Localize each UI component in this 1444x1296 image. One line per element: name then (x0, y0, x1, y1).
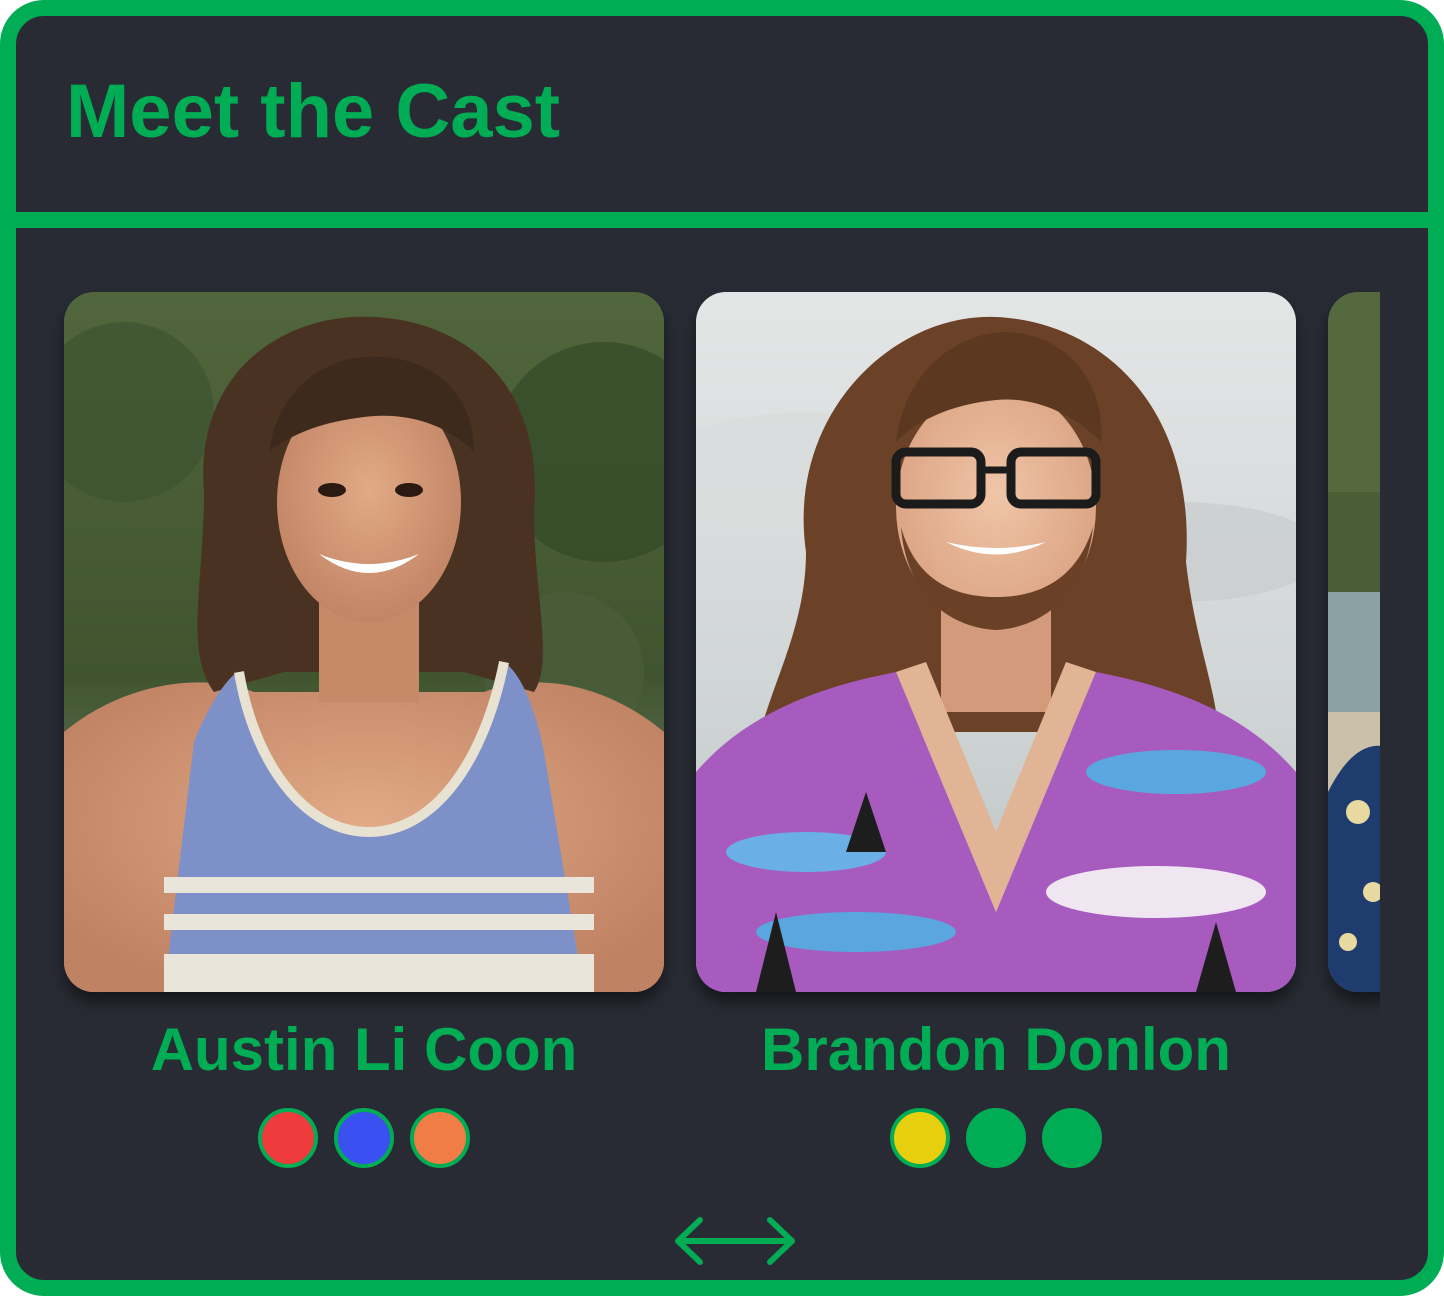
page-title: Meet the Cast (66, 69, 561, 154)
tribe-dots (696, 1108, 1296, 1168)
cast-panel: Meet the Cast Austin Li Coon Brandon Don… (0, 0, 1444, 1296)
tribe-dot (258, 1108, 318, 1168)
tribe-dot (966, 1108, 1026, 1168)
tribe-dots (64, 1108, 664, 1168)
tribe-dot (890, 1108, 950, 1168)
horizontal-scroll-arrows-icon (675, 1217, 795, 1265)
panel-header: Meet the Cast (16, 16, 1428, 212)
cast-name: Brandon Donlon (761, 1016, 1231, 1083)
cast-photo[interactable] (1328, 292, 1380, 992)
cast-name: Austin Li Coon (150, 1016, 578, 1083)
cast-card[interactable]: Austin Li Coon (64, 228, 664, 1168)
cast-photo[interactable] (696, 292, 1296, 992)
tribe-dot (410, 1108, 470, 1168)
tribe-dot (334, 1108, 394, 1168)
cast-carousel[interactable]: Austin Li Coon Brandon Donlon (16, 228, 1380, 1280)
cast-photo[interactable] (64, 292, 664, 992)
cast-card[interactable]: Brandon Donlon (696, 228, 1296, 1168)
header-divider (16, 212, 1428, 228)
tribe-dot (1042, 1108, 1102, 1168)
cast-card[interactable] (1328, 228, 1380, 1128)
